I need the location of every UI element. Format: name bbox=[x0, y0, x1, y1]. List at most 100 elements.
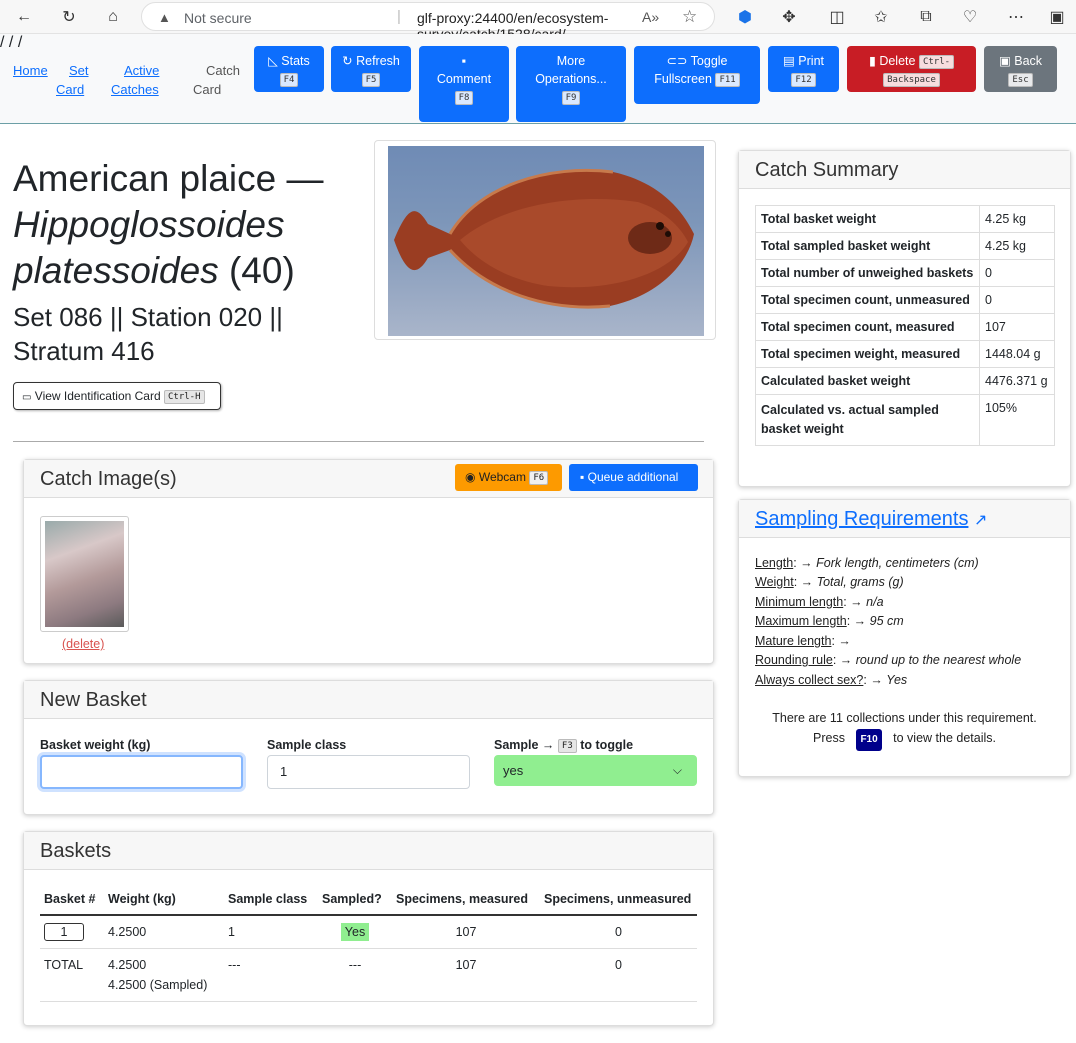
specimens-measured: 107 bbox=[392, 915, 540, 949]
column-header: Basket # bbox=[40, 884, 104, 916]
basket-weight: 4.2500 bbox=[104, 915, 224, 949]
printer-icon: ▤ bbox=[783, 54, 795, 68]
basket-number-button[interactable]: 1 bbox=[44, 923, 84, 941]
breadcrumb-home[interactable]: Home bbox=[13, 61, 48, 80]
basket-weight-label: Basket weight (kg) bbox=[40, 738, 151, 752]
comment-icon: ▪ bbox=[461, 54, 467, 68]
column-header: Weight (kg) bbox=[104, 884, 224, 916]
refresh-button[interactable]: ↻ Refresh F5 bbox=[331, 46, 411, 92]
more-menu-icon[interactable]: ⋯ bbox=[1003, 5, 1029, 29]
sidebar-toggle-icon[interactable]: ▣ bbox=[1044, 5, 1070, 29]
more-operations-button[interactable]: More Operations... F9 bbox=[516, 46, 626, 122]
specimens-unmeasured: 0 bbox=[540, 915, 697, 949]
print-button[interactable]: ▤ Print F12 bbox=[768, 46, 839, 92]
back-arrow-icon[interactable]: ← bbox=[11, 5, 37, 29]
breadcrumb-separator: / bbox=[0, 34, 5, 51]
summary-row: Total basket weight 4.25 kg bbox=[755, 205, 1055, 233]
requirement-item: Mature length: → bbox=[755, 634, 851, 648]
catch-summary-card: Catch Summary Total basket weight 4.25 kg… bbox=[738, 150, 1071, 487]
address-bar[interactable]: ▲ Not secure | glf-proxy:24400/en/ecosys… bbox=[141, 2, 715, 42]
f10-key[interactable]: F10 bbox=[856, 729, 882, 751]
requirement-item: Rounding rule: → round up to the nearest… bbox=[755, 653, 1022, 667]
camera-icon: ▪ bbox=[580, 470, 585, 484]
webcam-button[interactable]: ◉ Webcam F6 bbox=[455, 464, 562, 491]
requirement-item: Weight: → Total, grams (g) bbox=[755, 575, 904, 589]
queue-additional-button[interactable]: ▪ Queue additional bbox=[569, 464, 698, 491]
breadcrumb-current: Catch Card bbox=[193, 63, 240, 97]
total-sampled: --- bbox=[318, 948, 392, 1002]
chevron-down-icon: ⌵ bbox=[672, 763, 682, 777]
basket-class: 1 bbox=[224, 915, 318, 949]
sample-select[interactable]: yes ⌵ bbox=[494, 755, 697, 786]
extension-shield-icon[interactable]: ⬢ bbox=[732, 5, 758, 29]
requirement-item: Always collect sex?: → Yes bbox=[755, 673, 908, 687]
shortcut-key: Ctrl- bbox=[918, 54, 955, 69]
summary-row: Total specimen weight, measured 1448.04 g bbox=[755, 340, 1055, 368]
catch-summary-title: Catch Summary bbox=[739, 151, 1070, 189]
stats-button[interactable]: ◺ Stats F4 bbox=[254, 46, 324, 92]
health-icon[interactable]: ♡ bbox=[957, 5, 983, 29]
catch-images-card: Catch Image(s) ◉ Webcam F6 ▪ Queue addit… bbox=[23, 459, 714, 664]
summary-row: Total specimen count, unmeasured 0 bbox=[755, 286, 1055, 314]
shortcut-key: Backspace bbox=[883, 72, 940, 87]
toggle-fullscreen-button[interactable]: ⊂⊃ Toggle Fullscreen F11 bbox=[634, 46, 760, 104]
comment-button[interactable]: ▪ Comment F8 bbox=[419, 46, 509, 122]
read-aloud-icon[interactable]: A» bbox=[642, 9, 659, 25]
address-separator: | bbox=[397, 8, 401, 25]
requirement-item: Length: → Fork length, centimeters (cm) bbox=[755, 556, 979, 570]
breadcrumb-active-catches[interactable]: Active Catches bbox=[111, 61, 159, 99]
total-unmeasured: 0 bbox=[540, 948, 697, 1002]
shortcut-key: F3 bbox=[557, 738, 577, 753]
breadcrumb-set-card[interactable]: Set Card bbox=[56, 61, 89, 99]
total-measured: 107 bbox=[392, 948, 540, 1002]
shortcut-key: F6 bbox=[529, 470, 549, 485]
delete-button[interactable]: ▮ Delete Ctrl- Backspace bbox=[847, 46, 976, 92]
catch-summary-table: Total basket weight 4.25 kg Total sampled… bbox=[755, 205, 1055, 446]
view-id-card-button[interactable]: ▭ View Identification Card Ctrl-H bbox=[13, 382, 221, 410]
requirements-note: There are 11 collections under this requ… bbox=[740, 708, 1069, 751]
shortcut-key: F12 bbox=[791, 72, 816, 87]
shortcut-key: F5 bbox=[361, 72, 381, 87]
summary-row: Total number of unweighed baskets 0 bbox=[755, 259, 1055, 287]
back-button[interactable]: ▣ Back Esc bbox=[984, 46, 1057, 92]
breadcrumb-separator: / bbox=[17, 34, 23, 51]
catch-thumbnail[interactable] bbox=[40, 516, 129, 632]
table-total-row: TOTAL 4.2500 4.2500 (Sampled) --- --- 107… bbox=[40, 948, 697, 1002]
save-icon: ▣ bbox=[998, 54, 1011, 68]
column-header: Sample class bbox=[224, 884, 318, 916]
shortcut-key: F4 bbox=[279, 72, 299, 87]
total-label: TOTAL bbox=[40, 948, 104, 1002]
new-basket-title: New Basket bbox=[24, 681, 713, 719]
home-icon[interactable]: ⌂ bbox=[100, 5, 126, 29]
sampled-badge: Yes bbox=[340, 923, 370, 941]
chart-icon: ◺ bbox=[268, 54, 278, 68]
sample-class-input[interactable]: 1 bbox=[267, 755, 470, 789]
browser-chrome: ← ↻ ⌂ ▲ Not secure | glf-proxy:24400/en/… bbox=[0, 0, 1076, 42]
sample-label: Sample → F3 to toggle bbox=[494, 738, 634, 753]
id-card-icon: ▭ bbox=[22, 392, 32, 403]
page-title: American plaice — Hippoglossoides platesso… bbox=[13, 158, 324, 291]
basket-weight-input[interactable] bbox=[40, 755, 243, 789]
baskets-table: Basket # Weight (kg) Sample class Sample… bbox=[40, 884, 697, 1002]
species-photo-frame bbox=[374, 140, 716, 340]
delete-image-link[interactable]: (delete) bbox=[62, 637, 104, 651]
favorites-icon[interactable]: ✩ bbox=[868, 5, 894, 29]
summary-row: Calculated vs. actual sampled basket wei… bbox=[755, 394, 1055, 446]
extensions-puzzle-icon[interactable]: ✥ bbox=[776, 5, 802, 29]
requirement-item: Minimum length: → n/a bbox=[755, 595, 884, 609]
shortcut-key: F11 bbox=[715, 72, 740, 87]
requirement-item: Maximum length: → 95 cm bbox=[755, 614, 904, 628]
reload-icon[interactable]: ↻ bbox=[56, 5, 82, 29]
set-station-subtitle: Set 086 || Station 020 || Stratum 416 bbox=[13, 302, 283, 366]
favorite-star-icon[interactable]: ☆ bbox=[682, 7, 697, 27]
split-screen-icon[interactable]: ◫ bbox=[824, 5, 850, 29]
shortcut-key: F9 bbox=[561, 90, 581, 105]
trash-icon: ▮ bbox=[868, 54, 876, 68]
summary-row: Total specimen count, measured 107 bbox=[755, 313, 1055, 341]
total-class: --- bbox=[224, 948, 318, 1002]
summary-row: Total sampled basket weight 4.25 kg bbox=[755, 232, 1055, 260]
table-header-row: Basket # Weight (kg) Sample class Sample… bbox=[40, 884, 697, 916]
sampling-requirements-title[interactable]: Sampling Requirements ↗ bbox=[739, 500, 1070, 538]
column-header: Specimens, measured bbox=[392, 884, 540, 916]
collections-icon[interactable]: ⧉ bbox=[913, 5, 939, 29]
